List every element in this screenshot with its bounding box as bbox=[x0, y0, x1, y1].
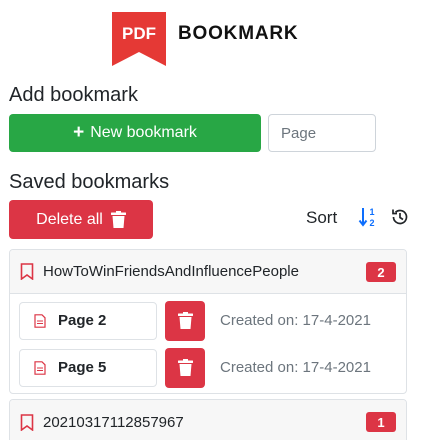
delete-all-label: Delete all bbox=[36, 210, 103, 228]
bookmark-page-button[interactable]: Page 5 bbox=[19, 348, 157, 387]
bookmark-row: Page 2 Created on: 17-4-2021 bbox=[19, 297, 397, 344]
document-card: 20210317112857967 1 bbox=[9, 399, 407, 440]
plus-icon: + bbox=[73, 121, 85, 143]
app-logo: PDF BOOKMARK bbox=[110, 10, 298, 68]
svg-text:1: 1 bbox=[369, 207, 374, 217]
created-date: Created on: 17-4-2021 bbox=[220, 359, 371, 376]
sort-label: Sort bbox=[306, 208, 338, 227]
file-pdf-icon bbox=[34, 313, 46, 328]
new-bookmark-label: New bookmark bbox=[90, 124, 197, 141]
bookmark-count-badge: 2 bbox=[366, 262, 396, 282]
trash-icon bbox=[110, 211, 126, 228]
document-card: HowToWinFriendsAndInfluencePeople 2 Page… bbox=[9, 249, 407, 394]
bookmark-page-button[interactable]: Page 2 bbox=[19, 301, 157, 340]
page-input[interactable] bbox=[268, 114, 376, 152]
pdf-badge-icon: PDF bbox=[110, 10, 168, 68]
trash-icon bbox=[177, 359, 193, 376]
delete-all-button[interactable]: Delete all bbox=[9, 200, 153, 239]
created-date: Created on: 17-4-2021 bbox=[220, 312, 371, 329]
document-name: HowToWinFriendsAndInfluencePeople bbox=[43, 263, 299, 280]
bookmark-count-badge: 1 bbox=[366, 412, 396, 432]
bookmark-icon bbox=[20, 263, 34, 280]
app-title: BOOKMARK bbox=[178, 23, 299, 44]
bookmark-page-label: Page 2 bbox=[58, 312, 107, 329]
delete-bookmark-button[interactable] bbox=[165, 347, 205, 388]
pdf-badge-text: PDF bbox=[122, 24, 156, 43]
document-header[interactable]: 20210317112857967 1 bbox=[10, 400, 406, 440]
bookmark-icon bbox=[20, 413, 34, 431]
saved-bookmarks-heading: Saved bookmarks bbox=[9, 171, 170, 193]
add-bookmark-heading: Add bookmark bbox=[9, 84, 138, 106]
delete-bookmark-button[interactable] bbox=[165, 300, 205, 341]
trash-icon bbox=[177, 312, 193, 329]
file-pdf-icon bbox=[34, 360, 46, 375]
bookmark-row: Page 5 Created on: 17-4-2021 bbox=[19, 344, 397, 391]
document-header[interactable]: HowToWinFriendsAndInfluencePeople 2 bbox=[10, 250, 406, 294]
bookmark-page-label: Page 5 bbox=[58, 359, 107, 376]
new-bookmark-button[interactable]: + New bookmark bbox=[9, 114, 261, 152]
svg-text:2: 2 bbox=[369, 218, 374, 228]
history-icon[interactable] bbox=[390, 207, 410, 227]
document-name: 20210317112857967 bbox=[43, 413, 184, 431]
sort-numeric-icon[interactable]: 1 2 bbox=[358, 205, 378, 229]
